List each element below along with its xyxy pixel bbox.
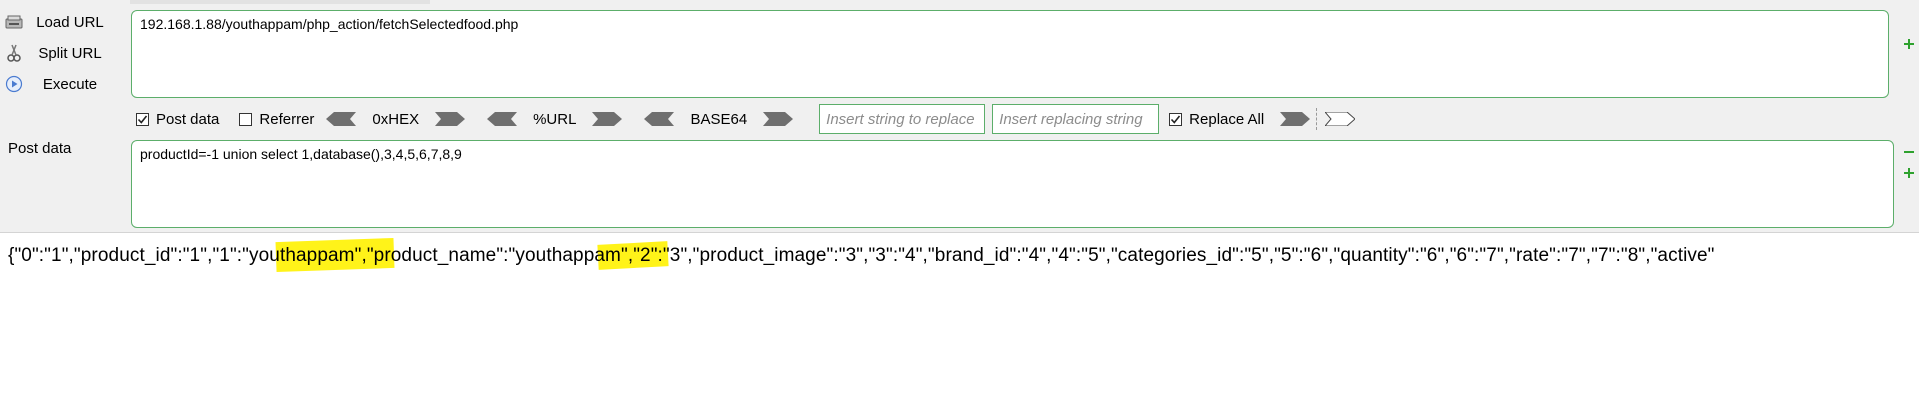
response-text: {"0":"1","product_id":"1","1":"youthappa… (8, 245, 1715, 266)
post-data-label: Post data (8, 140, 72, 157)
replace-all-label: Replace All (1189, 110, 1265, 128)
replace-arrow-icon[interactable] (1280, 112, 1311, 126)
hex-encode-arrow-icon[interactable] (435, 112, 466, 126)
url-decode-arrow-icon[interactable] (487, 112, 518, 126)
load-url-label: Load URL (36, 13, 104, 31)
hex-label: 0xHEX (372, 110, 420, 128)
base64-encode-arrow-icon[interactable] (763, 112, 794, 126)
url-encode-arrow-icon[interactable] (592, 112, 623, 126)
referrer-label: Referrer (259, 110, 315, 128)
load-url-button[interactable]: Load URL (4, 10, 122, 34)
remove-post-icon[interactable] (1904, 144, 1914, 154)
scissors-icon (4, 43, 24, 63)
base64-label: BASE64 (690, 110, 748, 128)
replace-all-checkbox[interactable] (1169, 112, 1183, 126)
post-data-input[interactable]: productId=-1 union select 1,database(),3… (131, 140, 1894, 228)
add-url-icon[interactable] (1904, 36, 1914, 49)
top-tab-hint (130, 0, 430, 4)
base64-decode-arrow-icon[interactable] (644, 112, 675, 126)
url-input[interactable]: 192.168.1.88/youthappam/php_action/fetch… (131, 10, 1889, 98)
post-data-checkbox[interactable] (136, 112, 149, 126)
split-url-label: Split URL (38, 44, 102, 62)
hex-decode-arrow-icon[interactable] (326, 112, 357, 126)
toolbar-row: Post data Referrer 0xHEX %URL BASE64 Ins… (136, 104, 1356, 134)
insert-replacing-input[interactable]: Insert replacing string (992, 104, 1160, 134)
referrer-checkbox[interactable] (239, 112, 253, 126)
replace-next-arrow-icon[interactable] (1324, 111, 1356, 127)
url-encode-label: %URL (533, 110, 577, 128)
split-url-button[interactable]: Split URL (4, 41, 122, 65)
post-data-toggle-label: Post data (156, 110, 220, 128)
insert-string-input[interactable]: Insert string to replace (819, 104, 986, 134)
hackbar-panel: Load URL Split URL Execute 192.168.1.88/… (0, 0, 1919, 233)
add-post-icon[interactable] (1904, 165, 1914, 178)
load-url-icon (4, 12, 24, 32)
execute-label: Execute (42, 75, 98, 93)
execute-button[interactable]: Execute (4, 72, 122, 96)
play-circle-icon (4, 74, 24, 94)
toolbar-divider (1316, 108, 1325, 130)
